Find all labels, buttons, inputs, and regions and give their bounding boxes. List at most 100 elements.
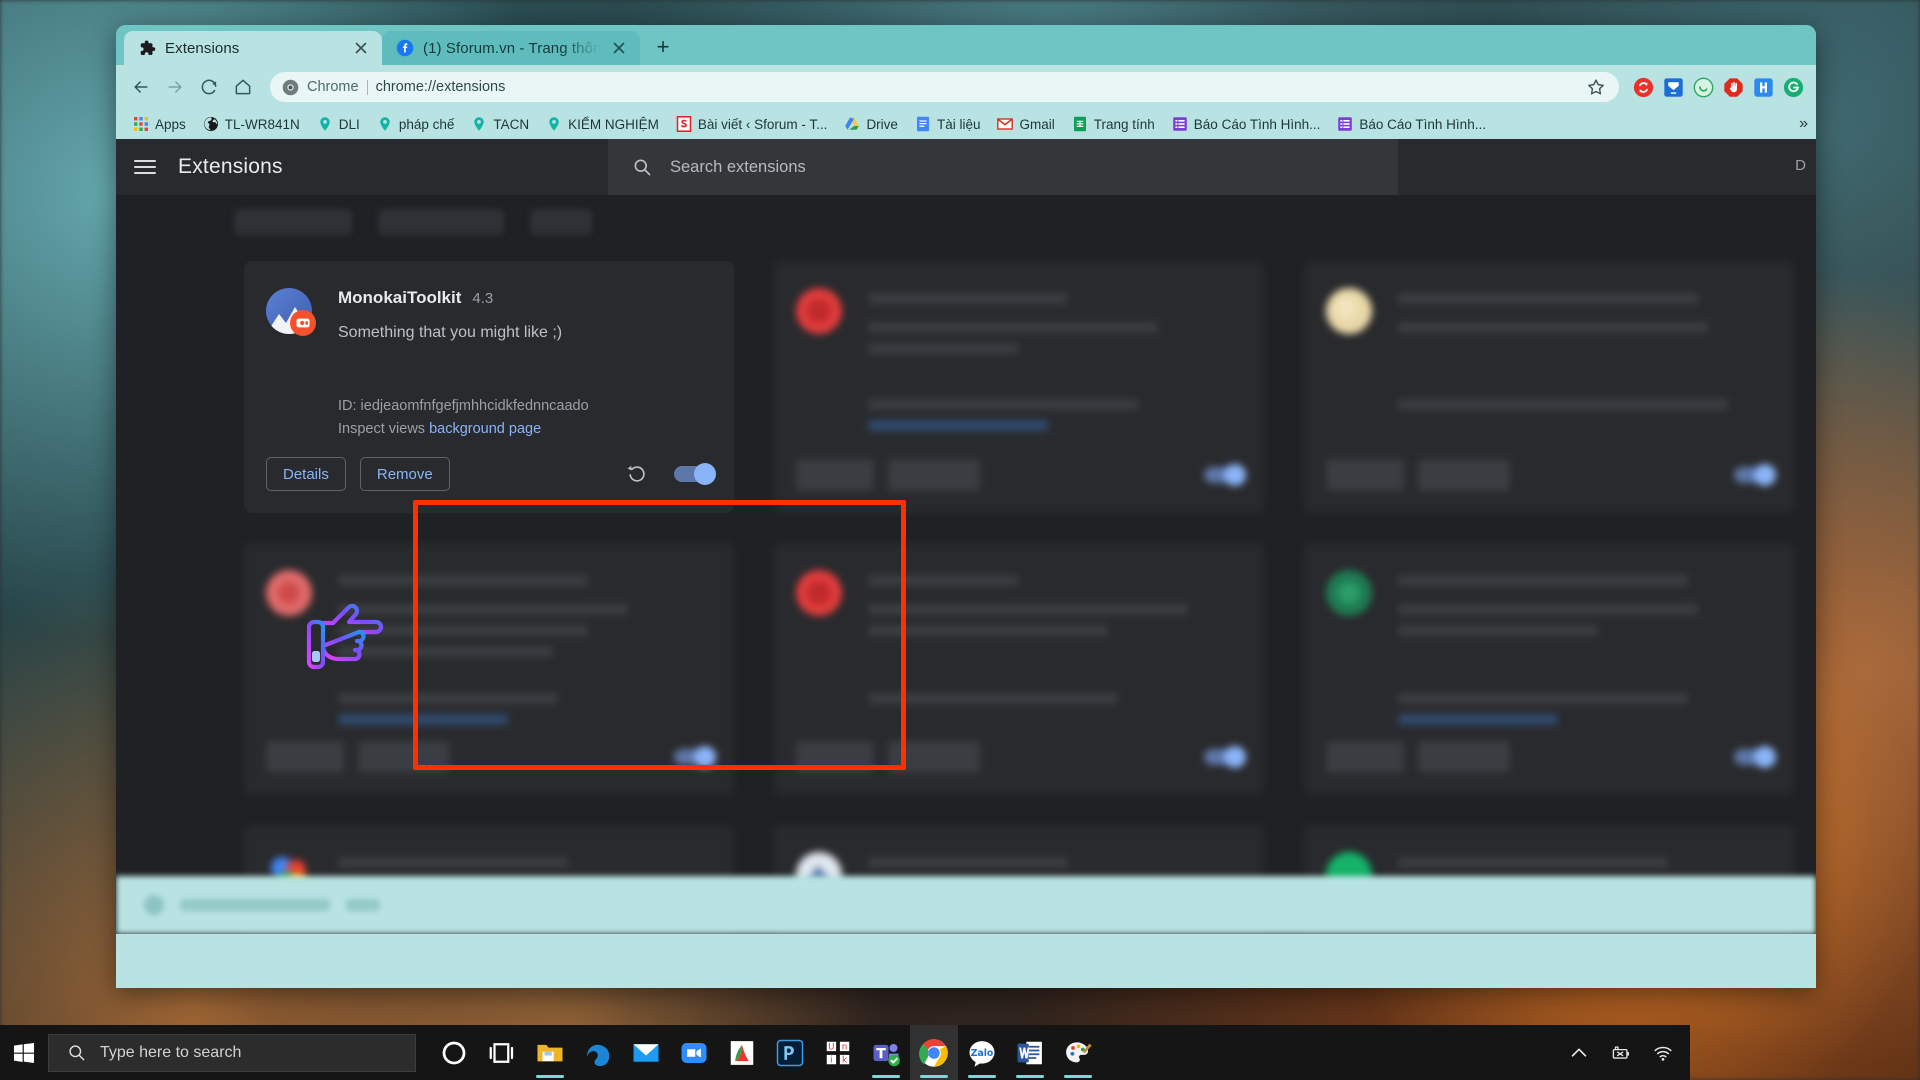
extension-description xyxy=(868,343,1018,354)
remove-button[interactable] xyxy=(358,741,450,773)
bookmark-bao-cao-tinh-hinh-1[interactable]: Báo Cáo Tình Hình... xyxy=(1165,113,1328,135)
new-tab-button[interactable]: + xyxy=(648,32,678,62)
details-button[interactable] xyxy=(1326,741,1404,773)
remove-button[interactable] xyxy=(1418,459,1510,491)
tab-extensions[interactable]: Extensions xyxy=(124,31,382,65)
start-button[interactable] xyxy=(0,1025,48,1080)
filter-chip[interactable] xyxy=(234,209,352,235)
bookmark-gmail[interactable]: Gmail xyxy=(990,113,1061,135)
extensions-body: MonokaiToolkit 4.3 Something that you mi… xyxy=(116,195,1816,934)
extension-enabled-toggle[interactable] xyxy=(1734,464,1776,486)
bookmark-kiem-nghiem[interactable]: KIỂM NGHIỆM xyxy=(539,113,666,135)
extension-name xyxy=(338,857,568,868)
taskbar-item-microsoft-edge[interactable] xyxy=(574,1025,622,1080)
taskbar-item-mail[interactable] xyxy=(622,1025,670,1080)
battery-error-icon[interactable] xyxy=(1610,1042,1632,1064)
bottom-bar xyxy=(180,899,330,911)
svg-text:U: U xyxy=(828,1042,834,1052)
bookmark-tai-lieu[interactable]: Tài liệu xyxy=(908,113,988,135)
taskbar-item-pdf-reader[interactable] xyxy=(718,1025,766,1080)
pdf-reader-icon xyxy=(730,1040,754,1065)
extension-enabled-toggle[interactable] xyxy=(1734,746,1776,768)
taskbar-item-google-chrome[interactable] xyxy=(910,1025,958,1080)
hamburger-menu-icon[interactable] xyxy=(134,159,156,175)
reload-button[interactable] xyxy=(194,72,224,102)
extension-card[interactable] xyxy=(1304,543,1794,795)
taskbar-item-file-explorer[interactable] xyxy=(526,1025,574,1080)
close-icon[interactable] xyxy=(610,39,628,57)
bookmark-trang-tinh[interactable]: Trang tính xyxy=(1065,113,1162,135)
search-extensions-field[interactable]: Search extensions xyxy=(608,139,1398,195)
extensions-grid: MonokaiToolkit 4.3 Something that you mi… xyxy=(244,261,1804,934)
youtube-badge-icon xyxy=(290,310,316,336)
details-button[interactable] xyxy=(796,459,874,491)
chrome-icon xyxy=(919,1038,948,1067)
bookmark-tl-wr841n[interactable]: TL-WR841N xyxy=(196,113,307,135)
blue-envelope-icon[interactable] xyxy=(1663,77,1684,98)
taskbar-item-microsoft-word[interactable] xyxy=(1006,1025,1054,1080)
extension-name-row: MonokaiToolkit 4.3 xyxy=(338,288,712,308)
bookmark-star-icon[interactable] xyxy=(1585,76,1607,98)
filter-chip[interactable] xyxy=(378,209,504,235)
taskbar-search-box[interactable]: Type here to search xyxy=(48,1033,416,1072)
reload-icon[interactable] xyxy=(626,463,648,485)
address-bar[interactable]: Chrome chrome://extensions xyxy=(270,72,1619,102)
taskbar-item-zalo[interactable]: Zalo xyxy=(958,1025,1006,1080)
green-circle-icon[interactable] xyxy=(1693,77,1714,98)
filter-chips-row xyxy=(234,209,592,235)
home-button[interactable] xyxy=(228,72,258,102)
extension-enabled-toggle[interactable] xyxy=(674,463,716,485)
extension-description xyxy=(868,322,1158,333)
bookmarks-overflow-button[interactable]: » xyxy=(1799,115,1810,133)
svg-text:n: n xyxy=(842,1042,848,1052)
bookmark-bai-viet-sforum[interactable]: Bài viết ‹ Sforum - T... xyxy=(669,113,835,135)
taskbar-item-photoshop[interactable] xyxy=(766,1025,814,1080)
details-button[interactable]: Details xyxy=(266,457,346,491)
paint-icon xyxy=(1066,1041,1092,1062)
forward-button[interactable] xyxy=(160,72,190,102)
red-sync-icon[interactable] xyxy=(1633,77,1654,98)
bookmark-apps[interactable]: Apps xyxy=(126,113,193,135)
back-button[interactable] xyxy=(126,72,156,102)
details-button[interactable] xyxy=(266,741,344,773)
bookmark-drive[interactable]: Drive xyxy=(837,113,905,135)
page-title: Extensions xyxy=(178,155,283,178)
google-docs-icon xyxy=(916,116,929,132)
extension-enabled-toggle[interactable] xyxy=(1204,464,1246,486)
green-g-icon[interactable] xyxy=(1783,77,1804,98)
filter-chip[interactable] xyxy=(530,209,592,235)
details-button[interactable] xyxy=(1326,459,1404,491)
taskbar-item-microsoft-teams[interactable] xyxy=(862,1025,910,1080)
taskbar-item-zoom[interactable] xyxy=(670,1025,718,1080)
remove-button[interactable] xyxy=(1418,741,1510,773)
chevron-up-icon[interactable] xyxy=(1568,1042,1590,1064)
remove-button[interactable] xyxy=(888,459,980,491)
bookmark-label: Trang tính xyxy=(1093,116,1155,132)
background-page-link[interactable]: background page xyxy=(429,421,541,437)
extension-card-monokaitoolkit[interactable]: MonokaiToolkit 4.3 Something that you mi… xyxy=(244,261,734,513)
bookmark-phap-che[interactable]: pháp chế xyxy=(370,113,462,135)
red-stop-hand-icon[interactable] xyxy=(1723,77,1744,98)
windows-taskbar: Type here to search U n i k Zalo xyxy=(0,1025,1690,1080)
bookmark-bao-cao-tinh-hinh-2[interactable]: Báo Cáo Tình Hình... xyxy=(1330,113,1493,135)
blue-h-icon[interactable] xyxy=(1753,77,1774,98)
extension-card[interactable] xyxy=(1304,261,1794,513)
bookmark-dli[interactable]: DLI xyxy=(310,113,367,135)
remove-button[interactable]: Remove xyxy=(359,457,450,491)
details-button[interactable] xyxy=(796,741,874,773)
taskbar-item-task-view[interactable] xyxy=(478,1025,526,1080)
taskbar-item-paint[interactable] xyxy=(1054,1025,1102,1080)
bookmark-tacn[interactable]: TACN xyxy=(464,113,536,135)
extension-enabled-toggle[interactable] xyxy=(674,746,716,768)
extension-description xyxy=(1398,625,1598,636)
close-icon[interactable] xyxy=(352,39,370,57)
taskbar-item-unikey[interactable]: U n i k xyxy=(814,1025,862,1080)
extension-enabled-toggle[interactable] xyxy=(1204,746,1246,768)
extension-card[interactable] xyxy=(774,543,1264,795)
taskbar-item-cortana[interactable] xyxy=(430,1025,478,1080)
taskbar-items: U n i k Zalo xyxy=(430,1025,1102,1080)
remove-button[interactable] xyxy=(888,741,980,773)
tab-sforum[interactable]: (1) Sforum.vn - Trang thông tin cô xyxy=(382,31,640,65)
wifi-icon[interactable] xyxy=(1652,1042,1674,1064)
extension-card[interactable] xyxy=(774,261,1264,513)
